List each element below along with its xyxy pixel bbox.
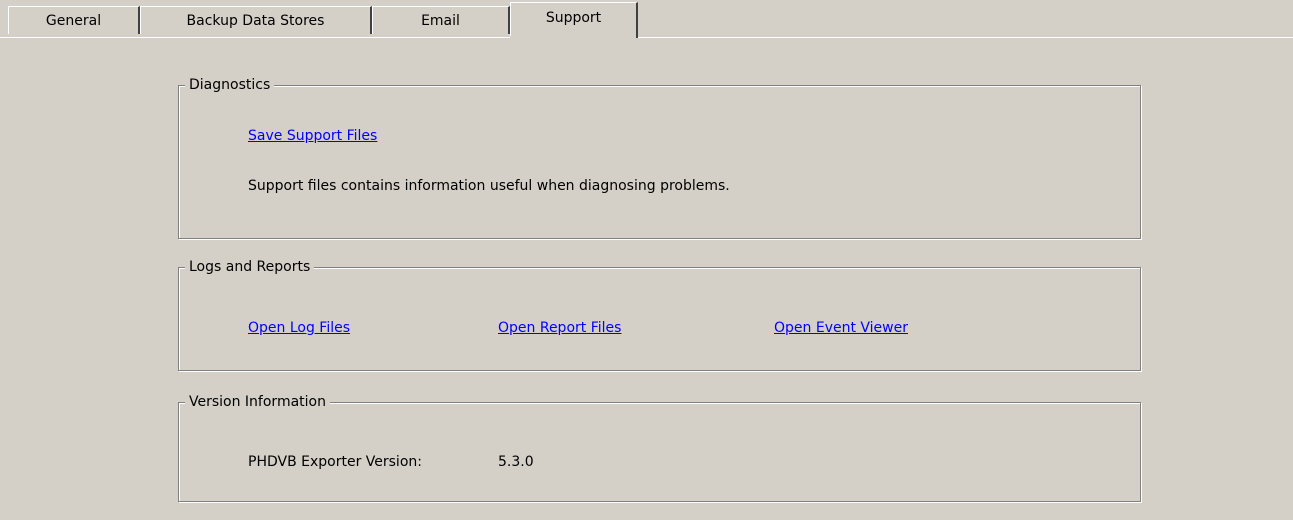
version-group: Version Information PHDVB Exporter Versi… — [178, 393, 1141, 502]
logs-reports-group-title: Logs and Reports — [185, 258, 315, 276]
logs-reports-group: Logs and Reports Open Log Files Open Rep… — [178, 258, 1141, 371]
diagnostics-description: Support files contains information usefu… — [248, 178, 730, 194]
tab-strip: General Backup Data Stores Email Support — [0, 0, 1293, 39]
tab-active-gap — [510, 36, 636, 39]
tab-baseline — [0, 37, 1293, 38]
support-panel: General Backup Data Stores Email Support… — [0, 0, 1293, 520]
tab-support[interactable]: Support — [510, 2, 638, 38]
diagnostics-group-title: Diagnostics — [185, 76, 275, 94]
tab-backup-data-stores[interactable]: Backup Data Stores — [140, 6, 372, 34]
save-support-files-link[interactable]: Save Support Files — [248, 128, 377, 144]
tab-general[interactable]: General — [8, 6, 140, 34]
version-value: 5.3.0 — [498, 454, 534, 470]
open-report-files-link[interactable]: Open Report Files — [498, 320, 621, 336]
open-event-viewer-link[interactable]: Open Event Viewer — [774, 320, 908, 336]
version-label: PHDVB Exporter Version: — [248, 454, 422, 470]
version-group-title: Version Information — [185, 393, 330, 411]
open-log-files-link[interactable]: Open Log Files — [248, 320, 350, 336]
diagnostics-group: Diagnostics Save Support Files Support f… — [178, 76, 1141, 239]
tab-email[interactable]: Email — [372, 6, 510, 34]
